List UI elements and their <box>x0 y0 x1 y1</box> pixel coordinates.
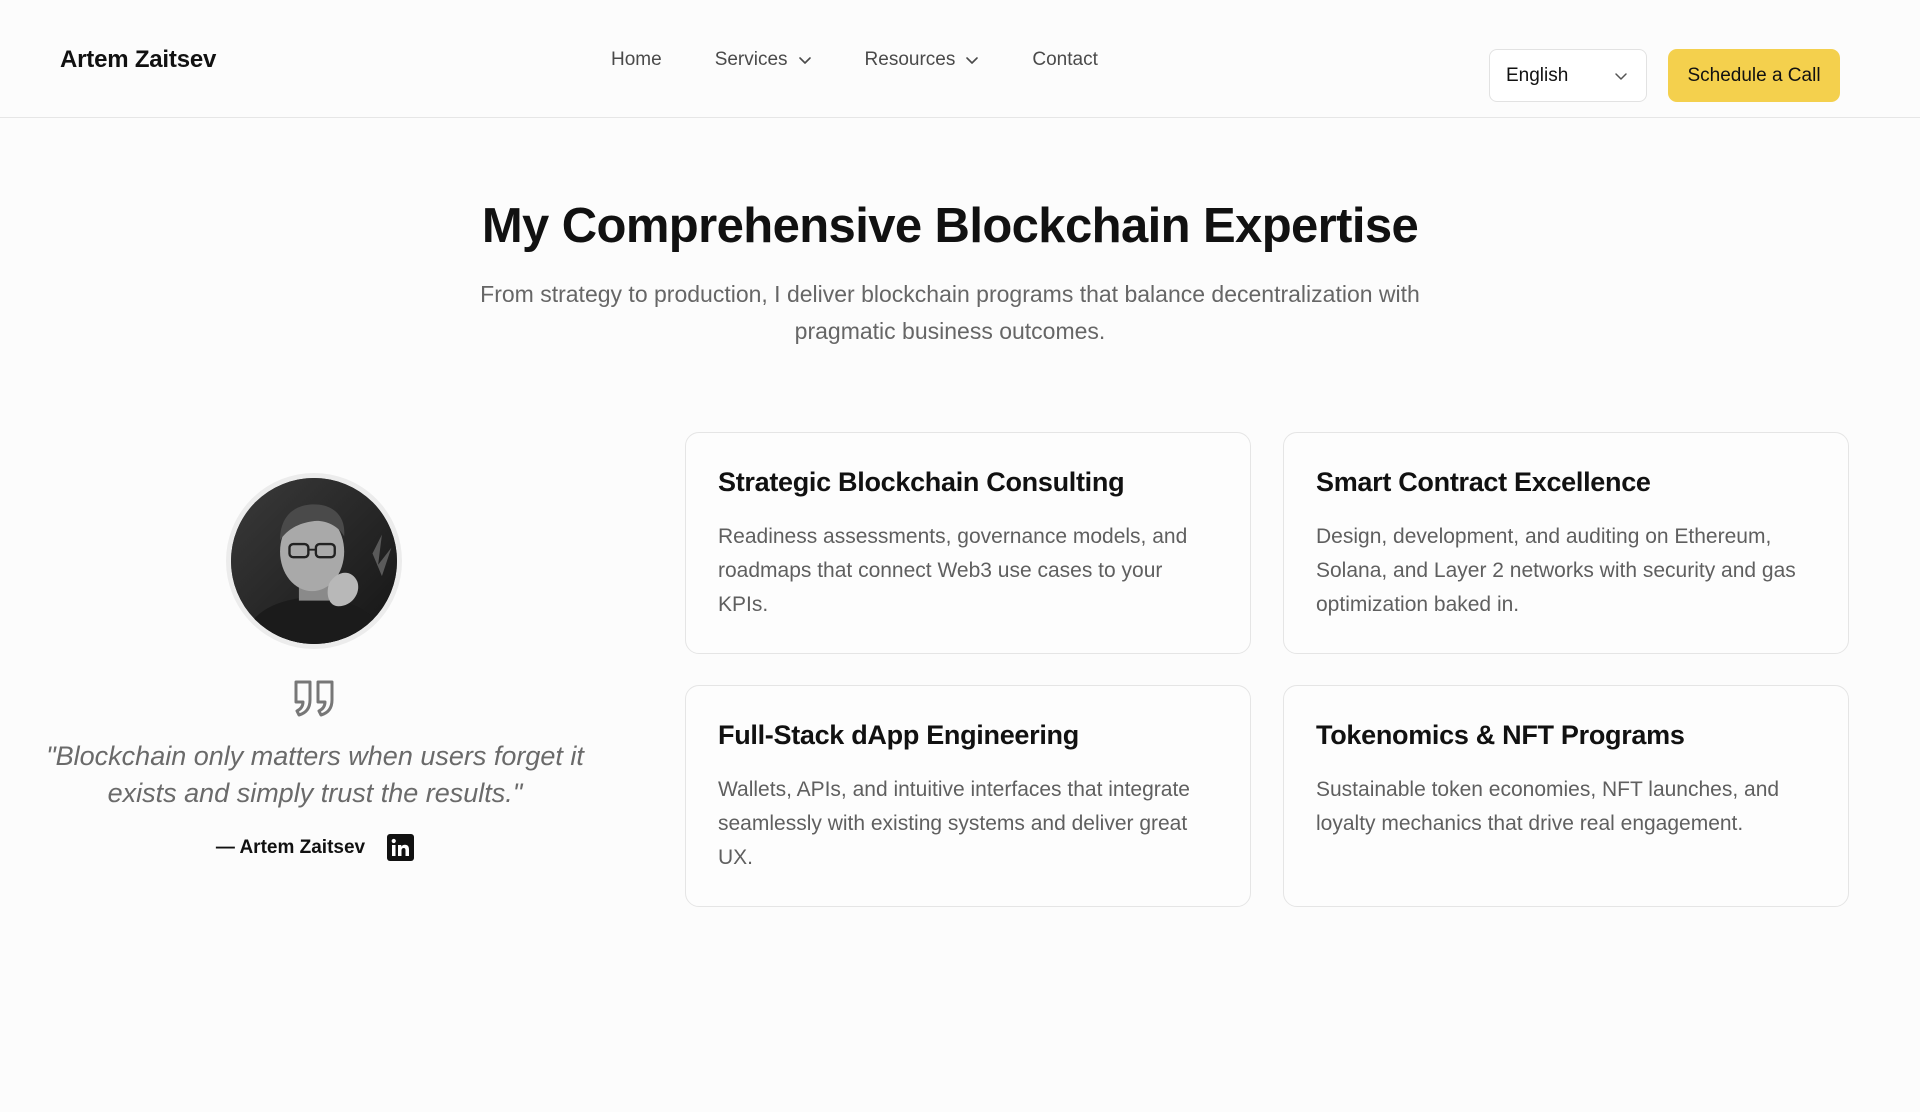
brand-logo[interactable]: Artem Zaitsev <box>60 46 216 74</box>
service-card: Smart Contract Excellence Design, develo… <box>1283 432 1849 654</box>
service-card-title: Strategic Blockchain Consulting <box>718 467 1125 497</box>
nav-contact[interactable]: Contact <box>1032 49 1097 71</box>
page-subtitle: From strategy to production, I deliver b… <box>480 281 1420 344</box>
service-card-title: Smart Contract Excellence <box>1316 467 1651 497</box>
schedule-call-button[interactable]: Schedule a Call <box>1668 49 1840 102</box>
chevron-down-icon <box>1615 72 1627 80</box>
nav-home[interactable]: Home <box>611 49 662 71</box>
nav-services-label: Services <box>714 49 788 70</box>
portrait-photo <box>231 478 397 644</box>
linkedin-glyph <box>391 838 410 856</box>
service-card-title: Full-Stack dApp Engineering <box>718 720 1079 750</box>
quote-author: — Artem Zaitsev <box>215 836 366 858</box>
language-select[interactable]: English <box>1489 49 1647 102</box>
nav-resources[interactable]: Resources <box>865 49 980 71</box>
service-card: Full-Stack dApp Engineering Wallets, API… <box>685 685 1251 907</box>
chevron-down-icon <box>798 57 811 64</box>
service-card-description: Wallets, APIs, and intuitive interfaces … <box>718 778 1190 869</box>
avatar <box>226 473 402 649</box>
service-card: Strategic Blockchain Consulting Readines… <box>685 432 1251 654</box>
service-card-description: Readiness assessments, governance models… <box>718 525 1188 616</box>
main-nav: Home Services Resources Contact <box>611 49 1098 71</box>
service-card-description: Sustainable token economies, NFT launche… <box>1316 778 1780 835</box>
nav-services[interactable]: Services <box>715 49 812 71</box>
nav-contact-label: Contact <box>1032 49 1098 70</box>
quote-icon <box>294 680 334 717</box>
linkedin-icon[interactable] <box>387 834 415 861</box>
nav-home-label: Home <box>611 49 662 70</box>
service-card: Tokenomics & NFT Programs Sustainable to… <box>1283 685 1849 907</box>
nav-resources-label: Resources <box>864 49 956 70</box>
chevron-down-icon <box>966 57 979 64</box>
language-select-value: English <box>1506 64 1569 86</box>
site-header: Artem Zaitsev Home Services Resources Co… <box>0 0 1920 118</box>
service-card-title: Tokenomics & NFT Programs <box>1316 720 1685 750</box>
service-card-description: Design, development, and auditing on Eth… <box>1316 525 1796 616</box>
author-row: — Artem Zaitsev <box>30 834 600 861</box>
page-title: My Comprehensive Blockchain Expertise <box>481 199 1419 253</box>
testimonial-quote: "Blockchain only matters when users forg… <box>46 741 584 808</box>
